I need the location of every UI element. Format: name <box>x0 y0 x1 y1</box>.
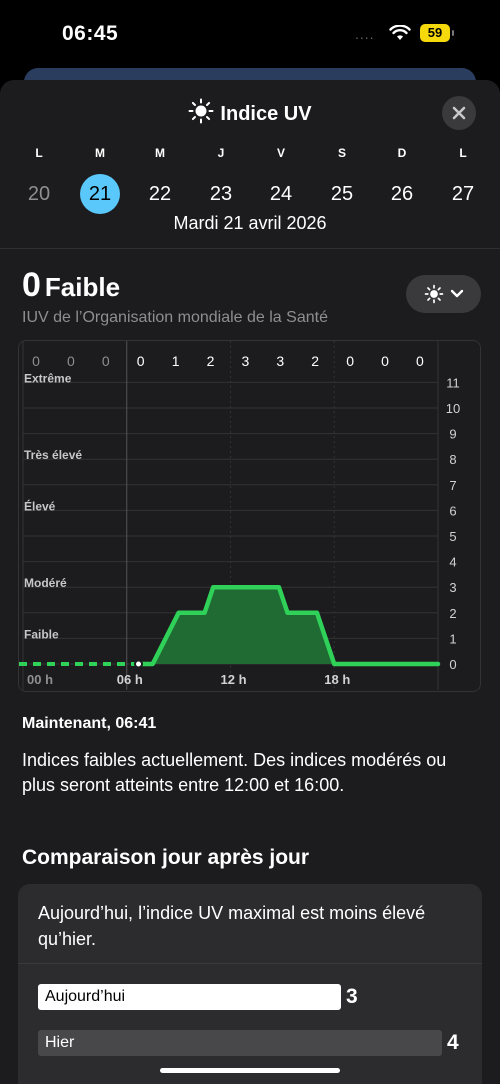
y-tick-label: 2 <box>449 606 456 621</box>
hourly-uv-label: 3 <box>276 353 284 369</box>
uv-chart: 0 0 0 0 1 2 3 3 2 0 0 0 0 1 2 3 4 5 6 7 8 9 10 11 Faible Modéré Él… <box>18 340 481 692</box>
hourly-uv-label: 0 <box>67 353 75 369</box>
hourly-uv-label: 1 <box>172 353 180 369</box>
x-tick-label: 12 h <box>221 672 247 687</box>
day-1[interactable]: M 21 <box>70 146 130 214</box>
uv-category-label: Extrême <box>24 371 72 385</box>
week-day-selector: L 20 M 21 M 22 J 23 V 24 S 25 D 26 L 27 <box>0 146 500 216</box>
title-label: Indice UV <box>220 103 312 125</box>
y-tick-label: 4 <box>449 555 456 570</box>
uv-category-label: Faible <box>24 627 59 641</box>
yesterday-bar: Hier <box>38 1030 442 1056</box>
day-4[interactable]: V 24 <box>251 146 311 214</box>
y-tick-label: 5 <box>449 529 456 544</box>
hourly-uv-label: 0 <box>137 353 145 369</box>
day-7[interactable]: L 27 <box>433 146 493 214</box>
current-time-marker <box>134 659 144 669</box>
day-letter: S <box>337 146 346 160</box>
y-tick-label: 10 <box>446 401 460 416</box>
clock: 06:45 <box>62 22 119 45</box>
home-indicator[interactable] <box>160 1068 340 1073</box>
day-letter: M <box>95 146 105 160</box>
divider <box>18 963 482 964</box>
today-bar: Aujourd’hui <box>38 984 341 1010</box>
view-selector-button[interactable] <box>406 275 481 313</box>
now-title: Maintenant, 06:41 <box>22 715 157 732</box>
status-bar: 06:45 .... 59 <box>0 0 500 70</box>
day-letter: M <box>155 146 165 160</box>
sun-icon <box>424 284 443 304</box>
battery-indicator: 59 <box>420 24 454 42</box>
hourly-uv-label: 0 <box>32 353 40 369</box>
x-tick-label: 06 h <box>117 672 143 687</box>
day-number: 21 <box>80 174 120 214</box>
y-tick-label: 9 <box>449 427 456 442</box>
y-tick-label: 0 <box>449 657 456 672</box>
day-number: 24 <box>269 183 293 205</box>
selected-date: Mardi 21 avril 2026 <box>173 213 327 233</box>
day-0[interactable]: L 20 <box>9 146 69 214</box>
day-number: 22 <box>148 183 172 205</box>
comparison-summary: Aujourd’hui, l’indice UV maximal est moi… <box>38 903 426 949</box>
y-tick-label: 6 <box>449 503 456 518</box>
day-number: 20 <box>27 183 51 205</box>
day-letter: J <box>217 146 225 160</box>
current-uv: 0 Faible <box>22 266 120 305</box>
day-letter: L <box>459 146 467 160</box>
current-uv-value: 0 <box>22 266 41 304</box>
yesterday-value: 4 <box>447 1031 459 1054</box>
chevron-down-icon <box>450 289 463 298</box>
hourly-uv-label: 0 <box>346 353 354 369</box>
comparison-title: Comparaison jour après jour <box>22 846 310 869</box>
day-number: 27 <box>451 183 475 205</box>
y-tick-label: 8 <box>449 452 456 467</box>
hourly-uv-label: 0 <box>102 353 110 369</box>
sun-icon <box>188 98 214 124</box>
day-number: 25 <box>330 183 354 205</box>
uv-area-fill <box>138 587 438 664</box>
uv-category-label: Élevé <box>24 498 56 513</box>
hourly-uv-label: 2 <box>311 353 319 369</box>
current-uv-category: Faible <box>44 272 121 302</box>
uv-category-label: Très élevé <box>24 448 82 462</box>
day-letter: V <box>276 146 285 160</box>
uv-chart-svg: 0 0 0 0 1 2 3 3 2 0 0 0 0 1 2 3 4 5 6 7 8 9 10 11 Faible Modéré Él… <box>19 341 460 690</box>
sheet-title: Indice UV <box>0 98 500 126</box>
y-tick-label: 7 <box>449 478 456 493</box>
y-tick-label: 11 <box>446 375 460 390</box>
hourly-uv-label: 3 <box>242 353 250 369</box>
uv-category-label: Modéré <box>24 576 67 590</box>
x-tick-label: 18 h <box>324 672 350 687</box>
now-description: Indices faibles actuellement. Des indice… <box>22 750 447 795</box>
day-6[interactable]: D 26 <box>372 146 432 214</box>
day-letter: D <box>397 146 407 160</box>
signal-indicator: .... <box>355 26 375 42</box>
day-number: 26 <box>390 183 414 205</box>
hourly-uv-label: 0 <box>416 353 424 369</box>
day-number: 23 <box>209 183 233 205</box>
y-tick-label: 1 <box>449 631 456 646</box>
uv-source-label: IUV de l’Organisation mondiale de la San… <box>22 309 328 326</box>
day-2[interactable]: M 22 <box>130 146 190 214</box>
wifi-icon <box>389 25 411 40</box>
day-5[interactable]: S 25 <box>312 146 372 214</box>
hourly-uv-label: 0 <box>381 353 389 369</box>
day-letter: L <box>35 146 43 160</box>
today-value: 3 <box>346 985 358 1008</box>
day-3[interactable]: J 23 <box>191 146 251 214</box>
close-button[interactable] <box>442 96 476 130</box>
y-tick-label: 3 <box>449 580 456 595</box>
divider <box>0 248 500 249</box>
close-icon <box>452 106 466 120</box>
hourly-uv-label: 2 <box>207 353 215 369</box>
x-tick-label: 00 h <box>27 672 53 687</box>
